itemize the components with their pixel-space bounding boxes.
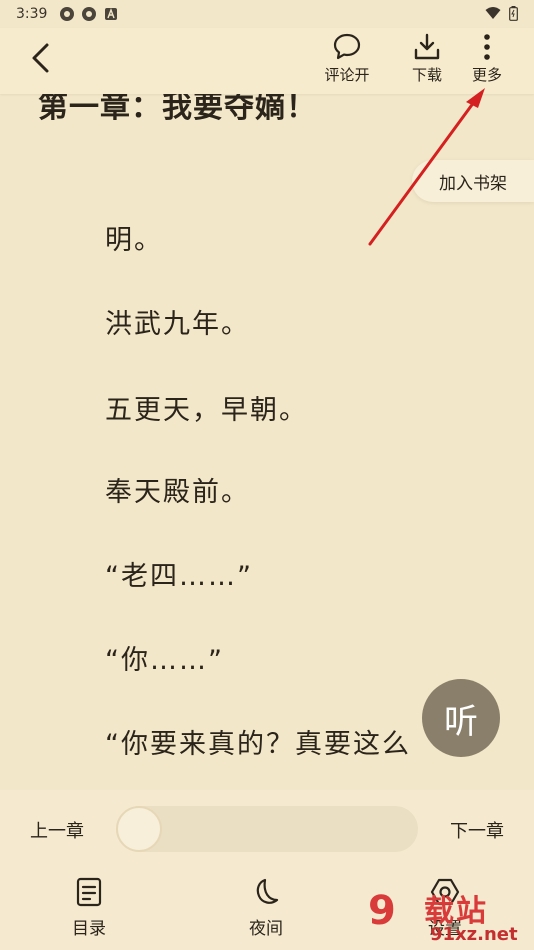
status-bar: 3:39 (0, 0, 534, 28)
wifi-icon (485, 6, 501, 25)
toc-icon (74, 876, 104, 908)
listen-button[interactable]: 听 (422, 679, 500, 757)
night-label: 夜间 (249, 919, 283, 939)
more-button[interactable]: 更多 (456, 32, 518, 90)
more-label: 更多 (471, 66, 502, 84)
battery-icon (509, 6, 518, 25)
notification-app-icon (81, 6, 97, 22)
status-time: 3:39 (16, 6, 48, 22)
chevron-left-icon (30, 42, 50, 78)
download-label: 下载 (411, 66, 442, 84)
paragraph: “老四……” (105, 561, 253, 592)
download-button[interactable]: 下载 (396, 32, 458, 90)
comment-icon (332, 32, 362, 62)
comment-label: 评论开 (324, 66, 370, 84)
settings-icon (430, 876, 460, 908)
chapter-title: 第一章：我要夺嫡！ (38, 94, 317, 125)
paragraph: 明。 (105, 225, 163, 256)
more-vertical-icon (472, 32, 502, 62)
next-chapter-button[interactable]: 下一章 (450, 817, 504, 843)
paragraph: “你要来真的？真要这么 (105, 729, 411, 760)
notification-app-icon (59, 6, 75, 22)
chapter-progress-row: 上一章 下一章 (0, 790, 534, 866)
settings-label: 设置 (428, 919, 462, 939)
paragraph: “你……” (105, 645, 224, 676)
notification-a-icon (103, 6, 119, 22)
comment-button[interactable]: 评论开 (316, 32, 378, 90)
prev-chapter-button[interactable]: 上一章 (30, 817, 84, 843)
back-button[interactable] (22, 40, 58, 80)
night-mode-button[interactable]: 夜间 (226, 876, 306, 942)
reader-toolbar: 评论开 下载 更多 (0, 28, 534, 94)
paragraph: 洪武九年。 (105, 309, 250, 340)
add-to-shelf-button[interactable]: 加入书架 (412, 160, 534, 202)
notification-icons (59, 6, 119, 22)
bottom-nav: 目录 夜间 设置 (0, 866, 534, 950)
download-icon (412, 32, 442, 62)
moon-icon (251, 876, 281, 908)
toc-label: 目录 (72, 919, 106, 939)
paragraph: 五更天，早朝。 (105, 395, 308, 426)
paragraph: 奉天殿前。 (105, 477, 250, 508)
reading-area[interactable]: 第一章：我要夺嫡！ 加入书架 明。 洪武九年。 五更天，早朝。 奉天殿前。 “老… (0, 94, 534, 790)
system-icons (485, 6, 518, 25)
settings-button[interactable]: 设置 (405, 876, 485, 942)
progress-slider-thumb[interactable] (116, 806, 162, 852)
toc-button[interactable]: 目录 (49, 876, 129, 942)
